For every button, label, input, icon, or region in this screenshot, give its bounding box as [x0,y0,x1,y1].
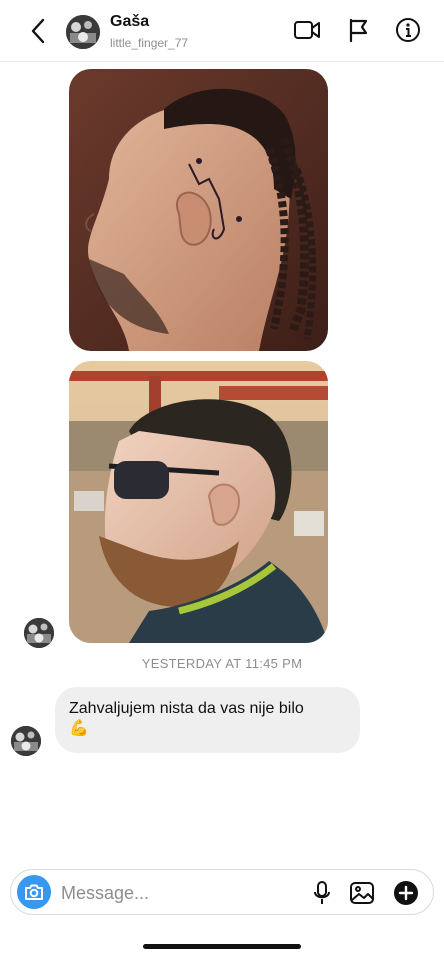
microphone-icon [314,881,330,904]
video-camera-icon [294,21,320,39]
info-button[interactable] [393,15,423,45]
contact-avatar[interactable] [66,15,100,49]
report-button[interactable] [343,15,373,45]
message-timestamp: YESTERDAY AT 11:45 PM [141,656,303,671]
camera-icon [25,884,43,900]
sender-avatar[interactable] [11,726,41,756]
info-icon [396,18,420,42]
message-emoji: 💪 [69,720,89,737]
voice-message-button[interactable] [307,878,337,908]
plus-icon [394,881,418,905]
message-composer [10,869,434,915]
home-indicator[interactable] [143,944,301,949]
gallery-button[interactable] [347,878,377,908]
shared-photo-head-tattoo[interactable] [69,69,328,351]
more-actions-button[interactable] [391,878,421,908]
camera-button[interactable] [17,875,51,909]
message-bubble[interactable]: Zahvaljujem nista da vas nije bilo 💪 [55,687,360,753]
flag-icon [349,18,368,43]
sender-avatar[interactable] [24,618,54,648]
message-text: Zahvaljujem nista da vas nije bilo [69,700,304,717]
contact-handle: little_finger_77 [110,36,189,50]
chat-header: Gaša little_finger_77 [0,0,444,62]
message-input[interactable] [61,880,251,906]
chevron-left-icon [31,18,45,44]
image-icon [350,882,374,904]
shared-photo-sunglasses[interactable] [69,361,328,643]
video-call-button[interactable] [292,15,322,45]
contact-name[interactable]: Gaša [110,13,149,31]
back-button[interactable] [24,14,52,48]
